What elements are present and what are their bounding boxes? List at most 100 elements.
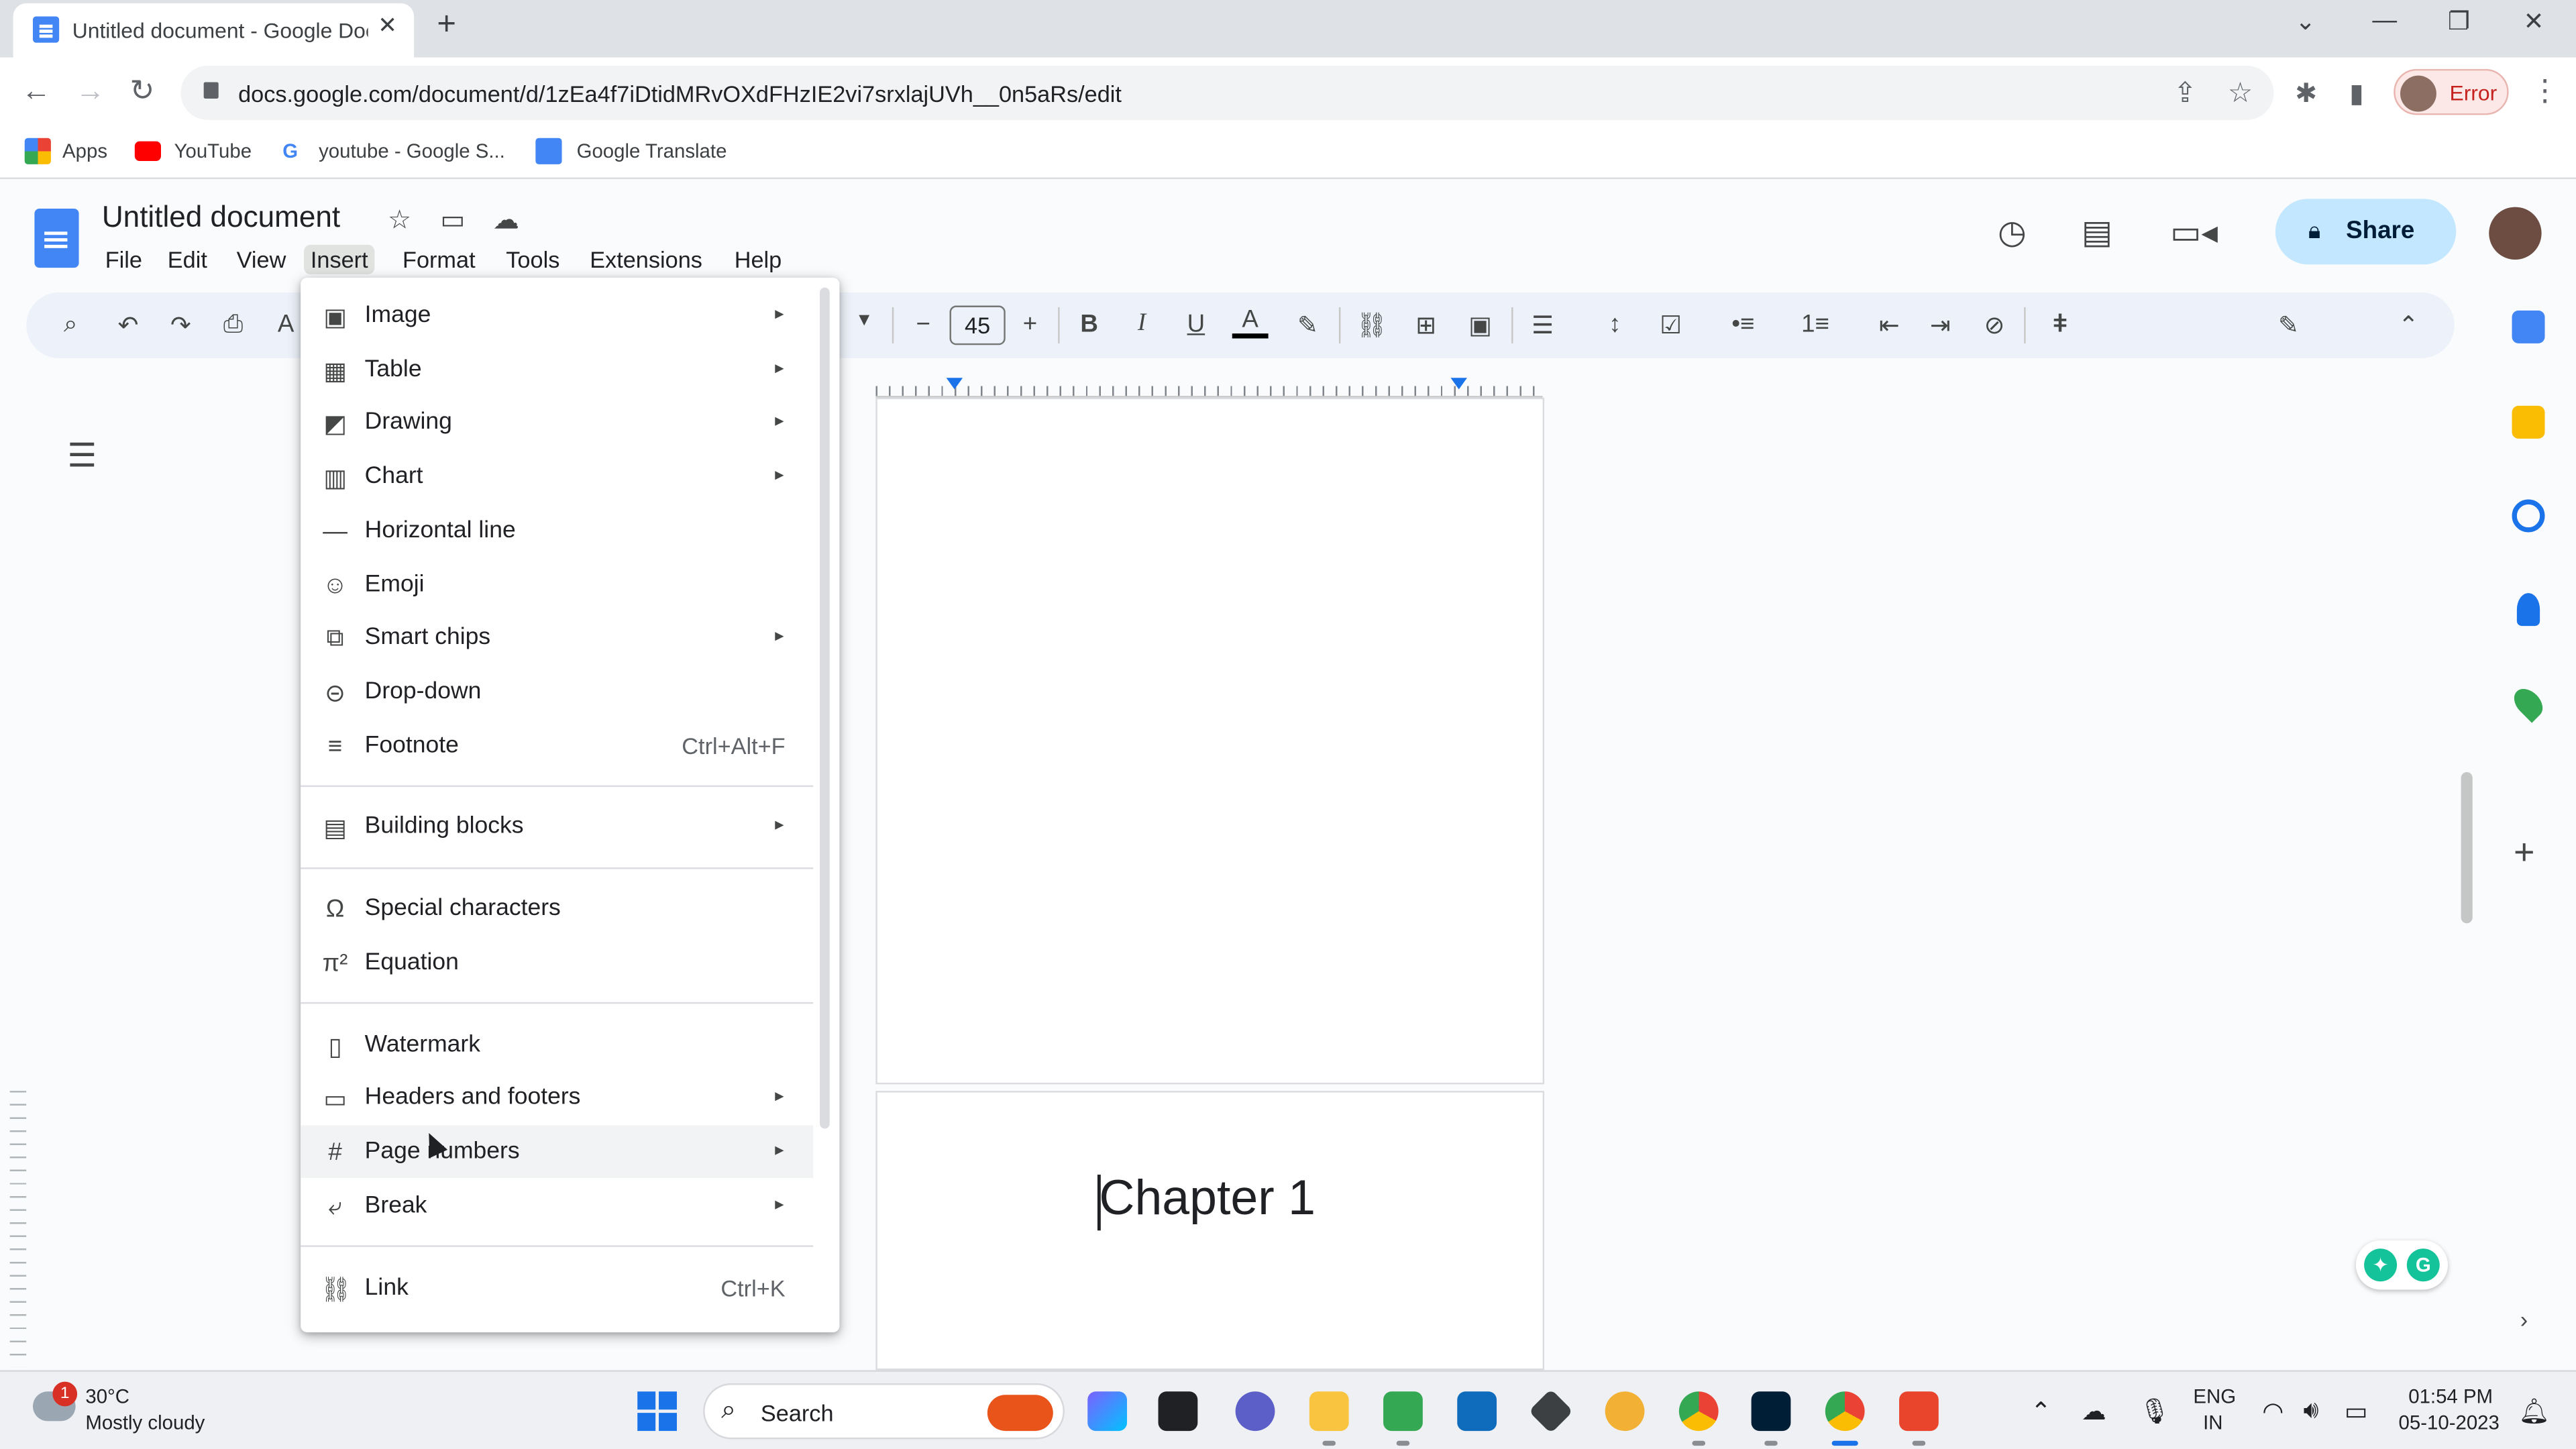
insert-menu-item-chart[interactable]: ▥ Chart ►	[301, 450, 813, 502]
insert-menu-item-footnote[interactable]: ≡ Footnote Ctrl+Alt+F	[301, 720, 813, 772]
version-history-icon[interactable]: ◷	[1998, 212, 2027, 253]
store-app-icon[interactable]	[1457, 1391, 1497, 1432]
insert-menu-item-equation[interactable]: π² Equation	[301, 936, 813, 989]
tab-search-chevron-icon[interactable]: ⌄	[2295, 7, 2316, 36]
notifications-bell-icon[interactable]: 🔔︎	[2518, 1397, 2550, 1426]
highlight-pen-icon[interactable]: ✎	[1289, 311, 1326, 340]
font-chevron-down-icon[interactable]: ▼	[846, 311, 882, 330]
show-hidden-icons-chevron-icon[interactable]: ⌃	[2031, 1397, 2051, 1426]
file-explorer-icon[interactable]	[1309, 1391, 1349, 1432]
restore-icon[interactable]: ❐	[2448, 7, 2470, 36]
comments-icon[interactable]: ▤	[2082, 212, 2112, 253]
show-side-panel-chevron-icon[interactable]: ›	[2520, 1306, 2528, 1332]
line-spacing-icon[interactable]: ↕	[1597, 311, 1633, 339]
insert-link-icon[interactable]: ⛓	[1354, 311, 1390, 340]
bulleted-list-icon[interactable]: •≡	[1725, 311, 1761, 339]
editing-mode-pencil-icon[interactable]: ✎	[2271, 311, 2307, 340]
menu-help[interactable]: Help	[728, 245, 788, 274]
insert-menu-item-break[interactable]: ⤶ Break ►	[301, 1179, 813, 1232]
add-comment-icon[interactable]: ⊞	[1408, 311, 1444, 340]
chat-app-icon[interactable]	[1235, 1391, 1275, 1432]
insert-menu-item-drop-down[interactable]: ⊝ Drop-down	[301, 665, 813, 718]
clear-formatting-icon[interactable]: ⊘	[1976, 311, 2012, 340]
calendar-icon[interactable]	[2512, 310, 2545, 343]
game-app-icon[interactable]	[1605, 1391, 1645, 1432]
new-tab-icon[interactable]: +	[437, 7, 456, 44]
photoshop-icon[interactable]	[1751, 1391, 1791, 1432]
chrome-icon[interactable]	[1678, 1391, 1719, 1432]
insert-menu-item-table[interactable]: ▦ Table ►	[301, 343, 813, 396]
insert-menu-item-special-characters[interactable]: Ω Special characters	[301, 882, 813, 934]
checklist-icon[interactable]: ☑	[1653, 311, 1689, 340]
right-indent-marker[interactable]	[1450, 378, 1467, 390]
bookmark-youtube[interactable]: YouTube	[174, 140, 252, 162]
battery-icon[interactable]: ▭	[2345, 1397, 2368, 1426]
contacts-icon[interactable]	[2516, 593, 2540, 627]
close-window-icon[interactable]: ✕	[2524, 7, 2544, 36]
cloud-saved-icon[interactable]: ☁	[493, 204, 519, 237]
numbered-list-icon[interactable]: 1≡	[1797, 311, 1833, 339]
insert-menu-item-watermark[interactable]: ▯ Watermark	[301, 1018, 813, 1071]
move-folder-icon[interactable]: ▭	[440, 204, 465, 237]
taskbar-search[interactable]: ⌕ Search	[703, 1383, 1065, 1440]
wifi-icon[interactable]: ◠	[2262, 1397, 2284, 1426]
bookmark-youtube-google-search[interactable]: youtube - Google S...	[319, 140, 505, 162]
input-region[interactable]: IN	[2203, 1411, 2222, 1434]
spreadsheet-app-icon[interactable]	[1383, 1391, 1423, 1432]
font-size-input[interactable]: 45	[949, 305, 1006, 345]
spellcheck-icon[interactable]: A	[268, 311, 304, 339]
get-add-ons-plus-icon[interactable]: +	[2514, 831, 2534, 874]
reload-icon[interactable]: ↻	[129, 74, 154, 108]
increase-font-size-icon[interactable]: +	[1012, 311, 1049, 339]
weather-condition[interactable]: Mostly cloudy	[85, 1411, 205, 1434]
forward-icon[interactable]: →	[76, 74, 105, 108]
bookmark-star-icon[interactable]: ☆	[2228, 77, 2253, 110]
weather-temperature[interactable]: 30°C	[85, 1385, 129, 1408]
side-panel-icon[interactable]: ▮	[2349, 77, 2364, 110]
document-outline-icon[interactable]: ☰	[67, 435, 97, 476]
left-indent-marker[interactable]	[946, 378, 963, 390]
google-docs-logo-icon[interactable]	[34, 209, 79, 268]
grammarly-assistant-icon[interactable]: ✦	[2364, 1248, 2398, 1282]
browser-tab[interactable]: Untitled document - Google Docs ✕	[13, 3, 415, 58]
close-tab-icon[interactable]: ✕	[378, 11, 397, 40]
menu-insert[interactable]: Insert	[304, 244, 375, 274]
copilot-app-icon[interactable]	[1087, 1391, 1128, 1432]
document-title[interactable]: Untitled document	[102, 201, 340, 235]
bookmark-google-translate[interactable]: Google Translate	[577, 140, 727, 162]
terminal-app-icon[interactable]	[1528, 1389, 1574, 1434]
document-scrollbar[interactable]	[2461, 772, 2473, 924]
grammarly-widget[interactable]: ✦ G	[2355, 1240, 2449, 1290]
chrome-profile-icon[interactable]	[1825, 1391, 1865, 1432]
menu-format[interactable]: Format	[396, 245, 482, 274]
text-color-icon[interactable]: A	[1232, 306, 1269, 339]
underline-icon[interactable]: U	[1178, 311, 1214, 339]
undo-icon[interactable]: ↶	[110, 311, 146, 340]
menu-scrollbar[interactable]	[820, 287, 830, 1129]
windows-start-icon[interactable]	[637, 1391, 677, 1432]
menu-edit[interactable]: Edit	[161, 245, 214, 274]
insert-menu-item-emoji[interactable]: ☺ Emoji	[301, 559, 813, 611]
keep-icon[interactable]	[2512, 405, 2545, 439]
bold-icon[interactable]: B	[1071, 311, 1108, 339]
chrome-menu-icon[interactable]: ⋮	[2530, 74, 2559, 108]
minimize-icon[interactable]: —	[2372, 7, 2397, 35]
menu-extensions[interactable]: Extensions	[583, 245, 708, 274]
insert-menu-item-image[interactable]: ▣ Image ►	[301, 289, 813, 341]
insert-menu-item-drawing[interactable]: ◩ Drawing ►	[301, 396, 813, 448]
microphone-icon[interactable]: 🎙︎	[2139, 1397, 2171, 1426]
volume-icon[interactable]: 🔊︎	[2303, 1397, 2318, 1425]
insert-image-icon[interactable]: ▣	[1462, 311, 1499, 340]
hide-menus-chevron-icon[interactable]: ⌃	[2390, 311, 2426, 340]
document-page[interactable]: Chapter 1	[875, 1091, 1545, 1371]
document-heading-text[interactable]: Chapter 1	[1099, 1171, 1316, 1227]
insert-menu-item-horizontal-line[interactable]: — Horizontal line	[301, 504, 813, 557]
address-bar[interactable]: docs.google.com/document/d/1zEa4f7iDtidM…	[180, 65, 2274, 120]
print-icon[interactable]: ⎙	[215, 311, 252, 339]
decrease-indent-icon[interactable]: ⇤	[1871, 311, 1907, 340]
horizontal-ruler[interactable]	[875, 374, 1543, 398]
star-icon[interactable]: ☆	[388, 204, 411, 237]
back-icon[interactable]: ←	[21, 74, 51, 108]
clock-date[interactable]: 05-10-2023	[2399, 1411, 2500, 1434]
document-page[interactable]	[875, 397, 1545, 1085]
